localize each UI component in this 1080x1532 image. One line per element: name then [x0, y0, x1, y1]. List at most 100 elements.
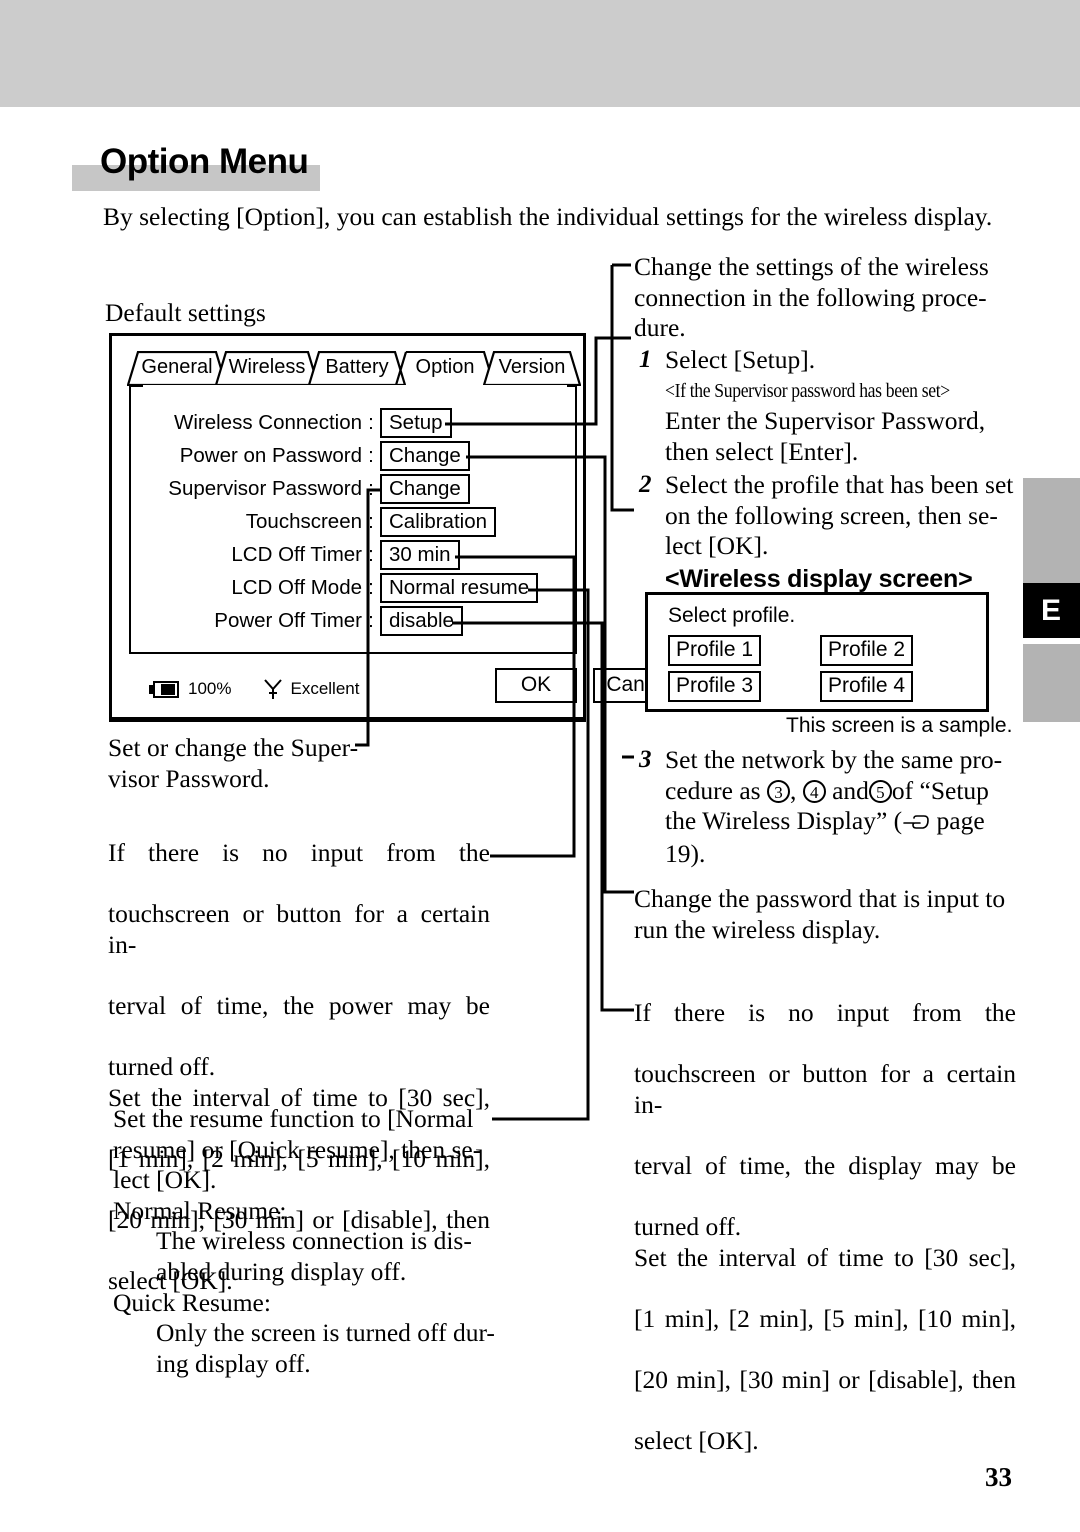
tab-option-label: Option	[415, 356, 475, 378]
step-2-number: 2	[639, 471, 652, 498]
setting-row-power-on-password: Power on Password : Change	[112, 439, 560, 472]
option-menu-dialog: General Wireless Battery Option Version …	[109, 333, 685, 720]
circled-number-4: 4	[802, 779, 826, 803]
pointing-hand-glyph	[903, 815, 929, 829]
sample-screen-note: This screen is a sample.	[786, 714, 1013, 737]
step-3-line: 19).	[665, 838, 706, 868]
wireless-connection-setup-button[interactable]: Setup	[380, 407, 452, 438]
antenna-icon	[263, 678, 283, 700]
step-1-sub-line: then select [Enter].	[665, 436, 859, 466]
step-3-text: the Wireless Display” (	[665, 806, 903, 836]
power-on-password-change-button[interactable]: Change	[380, 440, 470, 471]
tab-wireless[interactable]: Wireless	[215, 351, 319, 386]
tab-general-label: General	[141, 356, 213, 378]
note-line: [1 min], [2 min], [5 min], [10 min],	[634, 1303, 1016, 1333]
profile-2-button[interactable]: Profile 2	[820, 635, 914, 666]
profile-1-button[interactable]: Profile 1	[668, 635, 762, 666]
power-off-timer-value[interactable]: disable	[380, 605, 463, 636]
step-2-body: Select the profile that has been set on …	[665, 470, 1013, 594]
setting-colon: :	[368, 410, 374, 434]
step-1-sub-line: Enter the Supervisor Password,	[665, 406, 986, 436]
step-3-text: of “Setup	[891, 775, 989, 805]
default-settings-label: Default settings	[105, 298, 266, 327]
profile-3-button[interactable]: Profile 3	[668, 671, 762, 702]
circled-number-5: 5	[868, 779, 892, 803]
pointing-hand-icon	[902, 808, 930, 839]
dialog-bottom-rule	[109, 718, 586, 722]
step-3-line-3: the Wireless Display” ( page	[665, 806, 1002, 839]
lcd-off-mode-value[interactable]: Normal resume	[380, 572, 539, 603]
setting-colon: :	[368, 542, 374, 566]
note-line: touchscreen or button for a certain in-	[108, 899, 490, 959]
setting-row-wireless-connection: Wireless Connection : Setup	[112, 406, 560, 439]
setting-row-lcd-off-timer: LCD Off Timer : 30 min	[112, 538, 560, 571]
step-1-condition: <If the Supervisor password has been set…	[665, 379, 950, 402]
intro-line: Change the settings of the wireless	[634, 252, 989, 281]
signal-quality-label: Excellent	[290, 679, 360, 698]
note-line: visor Password.	[108, 763, 270, 793]
note-line: turned off.	[634, 1212, 742, 1242]
circled-number-3: 3	[766, 779, 790, 803]
setting-row-touchscreen: Touchscreen : Calibration	[112, 505, 560, 538]
setting-colon: :	[368, 509, 374, 533]
setting-label: LCD Off Timer	[231, 542, 362, 566]
profile-4-button[interactable]: Profile 4	[820, 671, 914, 702]
step-3-number: 3	[639, 746, 652, 773]
edge-section-tab-letter: E	[1040, 594, 1062, 627]
note-line: Set the resume function to [Normal	[113, 1104, 474, 1133]
step-3-line-2: cedure as 3, 4 and 5 of “Setup	[665, 776, 1002, 807]
note-line: [20 min], [30 min] or [disable], then	[634, 1365, 1016, 1395]
ok-button[interactable]: OK	[495, 668, 577, 703]
note-line: Normal Resume:	[113, 1195, 287, 1225]
wireless-setup-intro: Change the settings of the wireless conn…	[634, 252, 1014, 344]
setting-label: Wireless Connection	[174, 410, 362, 434]
note-line: Set the interval of time to [30 sec],	[634, 1242, 1016, 1272]
tab-option[interactable]: Option	[395, 351, 495, 386]
tab-version[interactable]: Version	[483, 351, 581, 386]
tab-battery[interactable]: Battery	[308, 351, 406, 386]
setting-colon: :	[368, 575, 374, 599]
step-3-line: Set the network by the same pro-	[665, 745, 1003, 774]
edge-marker-gray-upper	[1023, 478, 1080, 583]
note-supervisor-password: Set or change the Super- visor Password.	[108, 733, 468, 794]
intro-paragraph: By selecting [Option], you can establish…	[103, 202, 993, 231]
supervisor-password-change-button[interactable]: Change	[380, 473, 470, 504]
tab-wireless-label: Wireless	[228, 356, 306, 378]
tab-general[interactable]: General	[127, 351, 227, 386]
select-profile-label: Select profile.	[668, 604, 796, 627]
connector-step-bracket-1	[610, 263, 622, 512]
note-line: run the wireless display.	[634, 914, 881, 944]
edge-marker-gray-lower	[1023, 644, 1080, 722]
tab-battery-label: Battery	[325, 356, 389, 378]
lcd-off-timer-value[interactable]: 30 min	[380, 539, 460, 570]
tab-version-label: Version	[498, 356, 566, 378]
page-title: Option Menu	[100, 142, 309, 181]
setting-label: Supervisor Password	[168, 476, 362, 500]
note-line: terval of time, the power may be	[108, 990, 490, 1020]
step-2-line: lect [OK].	[665, 531, 769, 561]
note-display-off-timer: If there is no input from the touchscree…	[634, 998, 1016, 1457]
setting-colon: :	[368, 443, 374, 467]
step-3: 3 Set the network by the same pro- cedur…	[639, 745, 1031, 869]
step-3-text: and	[825, 775, 869, 805]
setting-colon: :	[368, 476, 374, 500]
setting-row-supervisor-password: Supervisor Password : Change	[112, 472, 560, 505]
intro-line: connection in the following proce-	[634, 282, 987, 312]
step-1-body: Select [Setup]. <If the Supervisor passw…	[665, 345, 996, 467]
edge-section-tab: E	[1023, 583, 1080, 638]
step-2-line: on the following screen, then se-	[665, 500, 998, 530]
battery-percent: 100%	[188, 679, 232, 698]
note-line: turned off.	[108, 1052, 216, 1082]
page-number: 33	[985, 1462, 1012, 1492]
touchscreen-calibration-button[interactable]: Calibration	[380, 506, 496, 537]
setting-label: Power on Password	[179, 443, 362, 467]
note-line: Quick Resume:	[113, 1287, 271, 1317]
step-2-line: Select the profile that has been set	[665, 470, 1014, 499]
intro-line: dure.	[634, 313, 686, 343]
note-line: lect [OK].	[113, 1165, 217, 1195]
panel-top-border-right	[567, 385, 577, 387]
setting-row-lcd-off-mode: LCD Off Mode : Normal resume	[112, 571, 560, 604]
setting-label: Power Off Timer	[214, 608, 362, 632]
setting-label: Touchscreen	[245, 509, 362, 533]
step-3-text: ,	[789, 775, 803, 805]
